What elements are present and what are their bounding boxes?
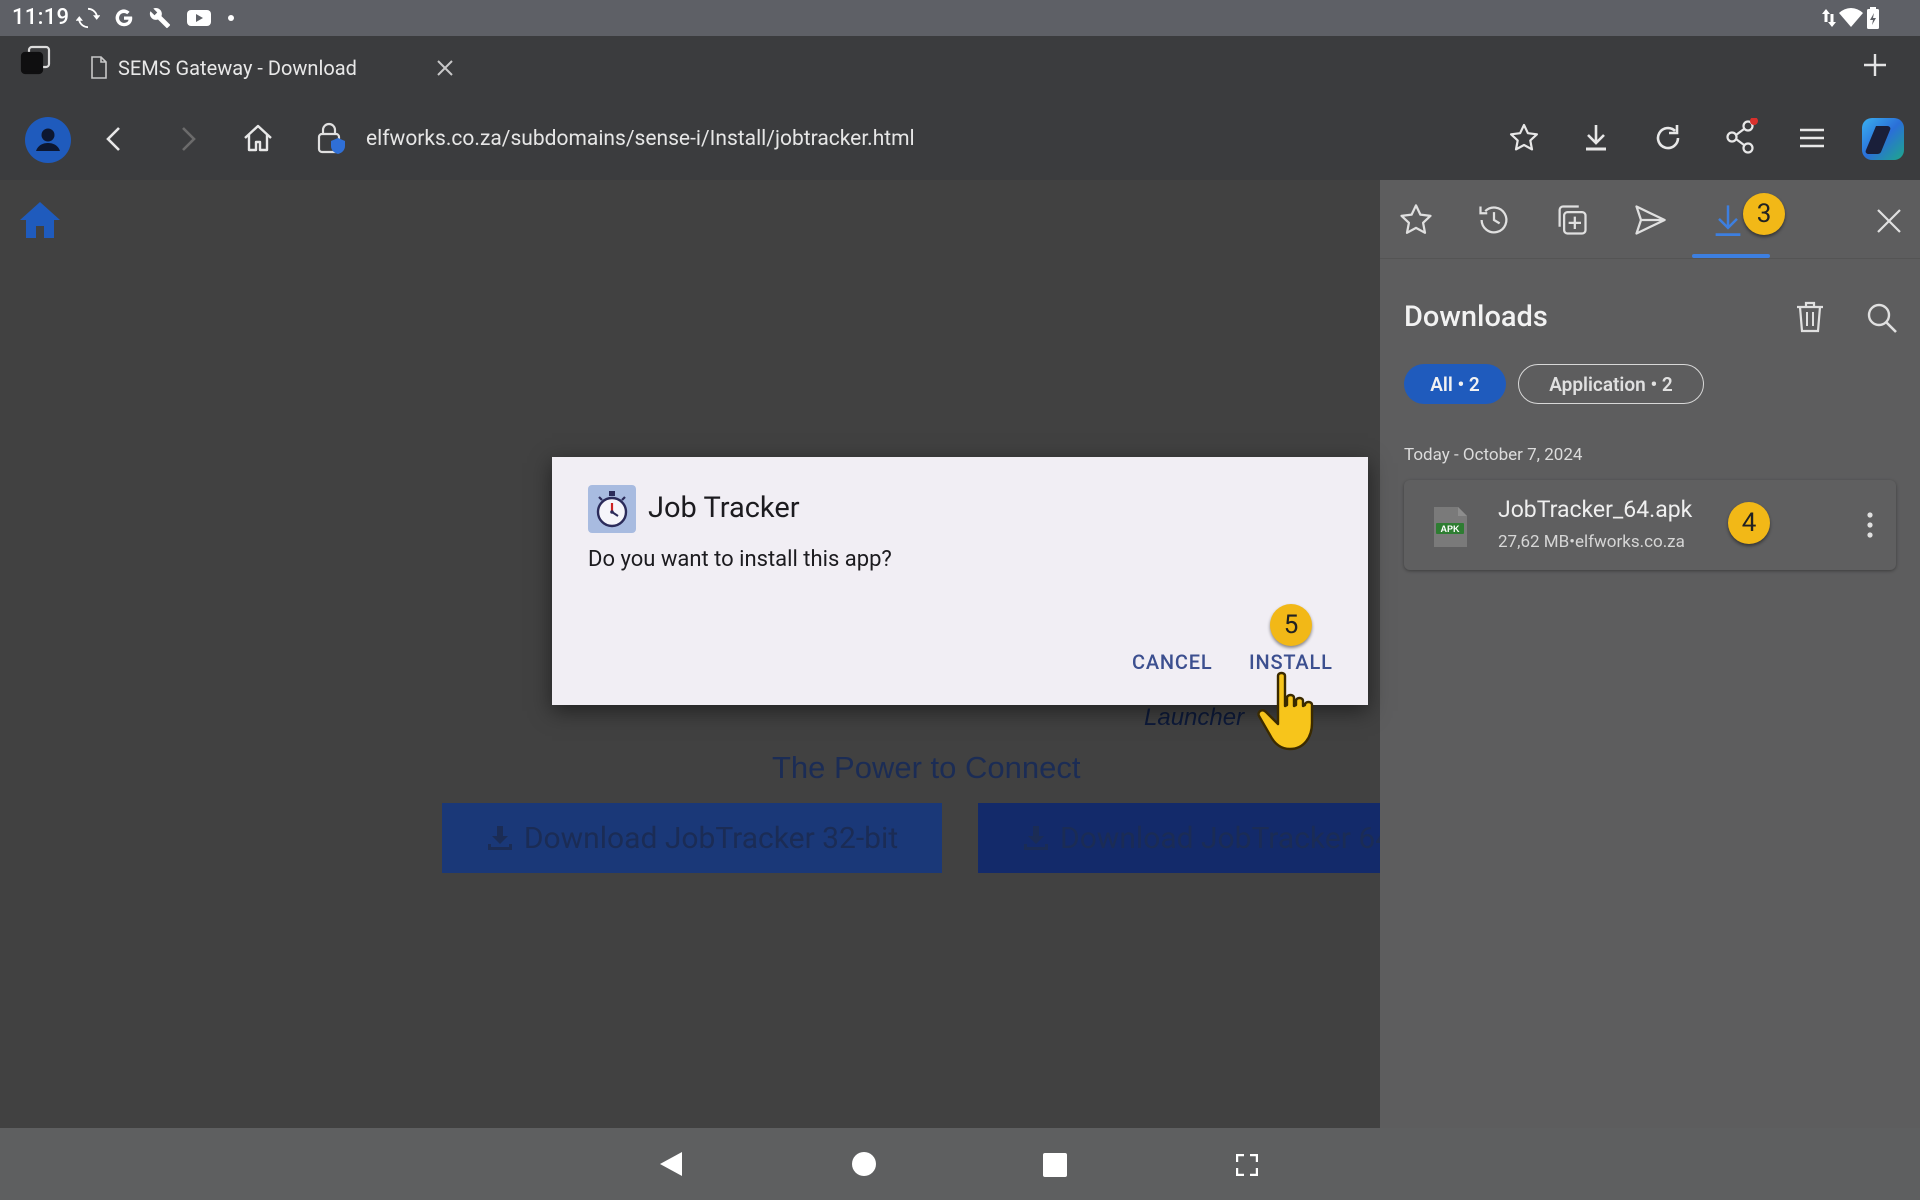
status-bar: 11:19 [0, 0, 1920, 36]
more-vert-icon[interactable] [1864, 510, 1876, 540]
brand-suffix: Launcher [1144, 704, 1245, 731]
svg-text:APK: APK [1440, 524, 1460, 534]
brand-tagline: The Power to Connect [772, 750, 1081, 785]
collections-icon[interactable] [1554, 202, 1594, 242]
filter-chip-label: All • 2 [1430, 372, 1480, 396]
notification-dot-icon [226, 7, 250, 29]
apk-file-icon: APK [1432, 506, 1468, 548]
download-icon[interactable] [1580, 122, 1612, 154]
home-icon[interactable] [242, 122, 274, 154]
side-panel-tabs [1380, 180, 1920, 259]
copilot-icon[interactable] [1860, 116, 1906, 162]
filter-chip-label: Application • 2 [1549, 372, 1673, 396]
star-icon[interactable] [1508, 122, 1540, 154]
profile-avatar[interactable] [24, 116, 72, 164]
download-arrow-icon [1022, 824, 1050, 852]
download-32bit-button[interactable]: Download JobTracker 32-bit [442, 803, 942, 873]
download-64bit-button[interactable]: Download JobTracker 64 [978, 803, 1380, 873]
downloads-side-panel: Downloads All • 2 Application • 2 Today … [1380, 180, 1920, 1128]
url-field[interactable]: elfworks.co.za/subdomains/sense-i/Instal… [366, 127, 915, 151]
tab-strip: SEMS Gateway - Download [0, 36, 1920, 100]
google-icon [112, 7, 136, 29]
download-filename[interactable]: JobTracker_64.apk [1498, 496, 1692, 523]
app-stopwatch-icon [588, 485, 636, 533]
battery-icon [1866, 7, 1890, 29]
step-number: 3 [1756, 199, 1772, 229]
share-icon[interactable] [1724, 118, 1758, 154]
download-arrow-icon [486, 824, 514, 852]
wrench-icon [148, 7, 172, 29]
step-badge-4: 4 [1728, 502, 1770, 544]
download-32bit-label: Download JobTracker 32-bit [523, 820, 899, 856]
close-icon[interactable] [1874, 206, 1904, 236]
step-number: 5 [1283, 610, 1299, 640]
status-time: 11:19 [12, 5, 70, 30]
back-icon[interactable] [100, 124, 130, 154]
search-icon[interactable] [1866, 302, 1898, 334]
downloads-title: Downloads [1404, 300, 1548, 334]
fullscreen-icon[interactable] [1236, 1154, 1258, 1176]
filter-chip-application[interactable]: Application • 2 [1518, 364, 1704, 404]
download-meta: 27,62 MB•elfworks.co.za [1498, 532, 1685, 552]
hand-pointer-icon [1256, 670, 1324, 752]
sync-icon [76, 7, 100, 29]
dialog-message: Do you want to install this app? [588, 547, 892, 572]
reload-icon[interactable] [1652, 122, 1684, 154]
forward-icon[interactable] [172, 124, 202, 154]
step-badge-3: 3 [1743, 193, 1785, 235]
wifi-icon [1838, 7, 1863, 29]
close-tab-icon[interactable] [435, 58, 455, 78]
step-number: 4 [1741, 508, 1757, 538]
cancel-button[interactable]: CANCEL [1132, 650, 1212, 674]
download-64bit-label: Download JobTracker 64 [1060, 820, 1380, 856]
youtube-icon [186, 7, 211, 29]
tab-actions-icon[interactable] [20, 44, 52, 76]
active-tab-indicator [1692, 254, 1770, 258]
page-icon [90, 56, 108, 80]
nav-back-icon[interactable] [658, 1150, 684, 1178]
install-dialog: Job Tracker Do you want to install this … [552, 457, 1368, 705]
download-item[interactable]: APK JobTracker_64.apk 27,62 MB•elfworks.… [1404, 480, 1896, 570]
address-toolbar: elfworks.co.za/subdomains/sense-i/Instal… [0, 100, 1920, 180]
delete-icon[interactable] [1794, 300, 1826, 334]
dialog-app-name: Job Tracker [648, 491, 800, 525]
site-home-icon[interactable] [18, 198, 62, 242]
system-nav-bar [0, 1128, 1920, 1200]
nav-recents-icon[interactable] [1042, 1152, 1068, 1178]
favorites-tab-star-icon[interactable] [1398, 202, 1438, 242]
filter-chip-all[interactable]: All • 2 [1404, 364, 1506, 404]
nav-home-icon[interactable] [850, 1150, 878, 1178]
tab-active[interactable]: SEMS Gateway - Download [72, 36, 472, 100]
step-badge-5: 5 [1270, 604, 1312, 646]
new-tab-icon[interactable] [1860, 50, 1890, 80]
history-icon[interactable] [1476, 202, 1516, 242]
tab-title: SEMS Gateway - Download [118, 56, 357, 80]
group-date-label: Today - October 7, 2024 [1404, 445, 1583, 465]
send-icon[interactable] [1632, 202, 1672, 242]
menu-icon[interactable] [1796, 122, 1828, 154]
site-info-icon[interactable] [316, 122, 346, 156]
